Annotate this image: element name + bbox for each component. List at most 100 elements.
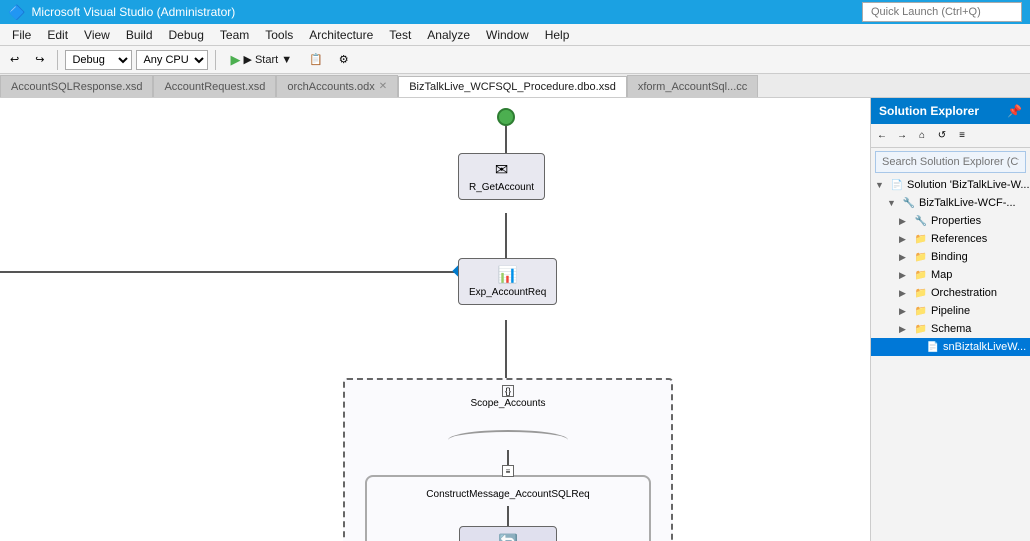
tab-account-sql-response[interactable]: AccountSQLResponse.xsd xyxy=(0,75,153,97)
arrow-schema: ▶ xyxy=(899,324,911,335)
start-node xyxy=(497,108,515,126)
tree-item-references[interactable]: ▶ 📁 References xyxy=(871,230,1030,248)
references-label: References xyxy=(931,233,987,245)
menu-test[interactable]: Test xyxy=(381,26,419,44)
menu-edit[interactable]: Edit xyxy=(39,26,76,44)
tree-item-solution[interactable]: ▼ 📄 Solution 'BizTalkLive-W... xyxy=(871,176,1030,194)
tree-item-binding[interactable]: ▶ 📁 Binding xyxy=(871,248,1030,266)
horizontal-line xyxy=(0,271,457,273)
construct-label: ConstructMessage_AccountSQLReq xyxy=(375,489,641,500)
main-layout: ✉ R_GetAccount 📊 Exp_AccountReq {} Scope… xyxy=(0,98,1030,541)
map-folder-icon: 📁 xyxy=(913,267,929,283)
arrow-properties: ▶ xyxy=(899,216,911,227)
arrow-pipeline: ▶ xyxy=(899,306,911,317)
tree-item-pipeline[interactable]: ▶ 📁 Pipeline xyxy=(871,302,1030,320)
se-refresh-btn[interactable]: ↺ xyxy=(933,127,951,145)
connector-receive-expr xyxy=(505,213,507,258)
menu-tools[interactable]: Tools xyxy=(257,26,301,44)
arrow-project: ▼ xyxy=(887,198,899,208)
se-search-wrap xyxy=(871,148,1030,176)
map-label: Map xyxy=(931,269,952,281)
arrow-map: ▶ xyxy=(899,270,911,281)
solution-explorer-tree: ▼ 📄 Solution 'BizTalkLive-W... ▼ 🔧 BizTa… xyxy=(871,176,1030,541)
title-bar-left: 🔷 Microsoft Visual Studio (Administrator… xyxy=(8,4,235,21)
solution-explorer: Solution Explorer 📌 ← → ⌂ ↺ ≡ ▼ 📄 Soluti… xyxy=(870,98,1030,541)
menu-window[interactable]: Window xyxy=(478,26,537,44)
tree-item-project[interactable]: ▼ 🔧 BizTalkLive-WCF-... xyxy=(871,194,1030,212)
vs-icon: 🔷 xyxy=(8,4,25,21)
extra-toolbar-btn[interactable]: 📋 xyxy=(303,50,329,69)
tree-item-orchestration[interactable]: ▶ 📁 Orchestration xyxy=(871,284,1030,302)
menu-analyze[interactable]: Analyze xyxy=(419,26,478,44)
menu-view[interactable]: View xyxy=(76,26,118,44)
schema-label: Schema xyxy=(931,323,971,335)
solution-icon: 📄 xyxy=(889,177,905,193)
connector-construct-transform xyxy=(507,506,509,526)
tab-label: AccountRequest.xsd xyxy=(164,81,265,93)
arrow-orchestration: ▶ xyxy=(899,288,911,299)
project-label: BizTalkLive-WCF-... xyxy=(919,197,1016,209)
solution-explorer-search[interactable] xyxy=(875,151,1026,173)
node-transform[interactable]: 🔄 Transform_Acc... xyxy=(375,526,641,541)
references-folder-icon: 📁 xyxy=(913,231,929,247)
se-collapse-btn[interactable]: ≡ xyxy=(953,127,971,145)
binding-folder-icon: 📁 xyxy=(913,249,929,265)
menu-architecture[interactable]: Architecture xyxy=(301,26,381,44)
toolbar: ↩ ↪ Debug Release Any CPU ▶ ▶ Start ▼ 📋 … xyxy=(0,46,1030,74)
orchestration-label: Orchestration xyxy=(931,287,997,299)
start-dropdown-icon: ▼ xyxy=(281,54,292,66)
toolbar-separator-2 xyxy=(215,50,216,70)
title-bar-right xyxy=(862,2,1022,22)
connector-start-receive xyxy=(505,126,507,153)
debug-mode-select[interactable]: Debug Release xyxy=(65,50,132,70)
tab-label: BizTalkLive_WCFSQL_Procedure.dbo.xsd xyxy=(409,81,616,93)
menu-help[interactable]: Help xyxy=(537,26,578,44)
start-button[interactable]: ▶ ▶ Start ▼ xyxy=(223,49,299,71)
se-pin-icon[interactable]: 📌 xyxy=(1007,104,1022,118)
tab-biztalk-wcfsql[interactable]: BizTalkLive_WCFSQL_Procedure.dbo.xsd xyxy=(398,76,627,98)
binding-label: Binding xyxy=(931,251,968,263)
menu-file[interactable]: File xyxy=(4,26,39,44)
arrow-solution: ▼ xyxy=(875,180,887,190)
properties-folder-icon: 🔧 xyxy=(913,213,929,229)
redo-button[interactable]: ↪ xyxy=(29,50,50,69)
tab-xform[interactable]: xform_AccountSql...cc xyxy=(627,75,758,97)
undo-button[interactable]: ↩ xyxy=(4,50,25,69)
platform-select[interactable]: Any CPU xyxy=(136,50,208,70)
tree-item-sn-biztalk[interactable]: 📄 snBiztalkLiveW... xyxy=(871,338,1030,356)
quick-launch-input[interactable] xyxy=(862,2,1022,22)
properties-label: Properties xyxy=(931,215,981,227)
tab-account-request[interactable]: AccountRequest.xsd xyxy=(153,75,276,97)
sn-biztalk-icon: 📄 xyxy=(925,339,941,355)
pipeline-label: Pipeline xyxy=(931,305,970,317)
se-back-btn[interactable]: ← xyxy=(873,127,891,145)
construct-box: ≡ ConstructMessage_AccountSQLReq 🔄 Trans… xyxy=(365,475,651,541)
tab-label: orchAccounts.odx xyxy=(287,81,374,93)
solution-label: Solution 'BizTalkLive-W... xyxy=(907,179,1030,191)
se-toolbar: ← → ⌂ ↺ ≡ xyxy=(871,124,1030,148)
tab-orch-accounts[interactable]: orchAccounts.odx ✕ xyxy=(276,75,398,97)
menu-debug[interactable]: Debug xyxy=(161,26,212,44)
title-bar: 🔷 Microsoft Visual Studio (Administrator… xyxy=(0,0,1030,24)
extra-toolbar-btn-2[interactable]: ⚙ xyxy=(333,50,355,69)
tree-item-map[interactable]: ▶ 📁 Map xyxy=(871,266,1030,284)
se-forward-btn[interactable]: → xyxy=(893,127,911,145)
tab-label: AccountSQLResponse.xsd xyxy=(11,81,142,93)
se-title-text: Solution Explorer xyxy=(879,104,979,118)
connector-expr-scope xyxy=(505,320,507,378)
node-exp-account-req[interactable]: 📊 Exp_AccountReq xyxy=(458,258,557,305)
menu-team[interactable]: Team xyxy=(212,26,257,44)
node-r-get-account[interactable]: ✉ R_GetAccount xyxy=(458,153,545,200)
start-label: ▶ Start xyxy=(243,53,278,66)
canvas-area[interactable]: ✉ R_GetAccount 📊 Exp_AccountReq {} Scope… xyxy=(0,98,870,541)
tab-label: xform_AccountSql...cc xyxy=(638,81,747,93)
solution-explorer-title: Solution Explorer 📌 xyxy=(871,98,1030,124)
se-home-btn[interactable]: ⌂ xyxy=(913,127,931,145)
menu-build[interactable]: Build xyxy=(118,26,161,44)
tab-close-orch[interactable]: ✕ xyxy=(379,81,387,92)
tree-item-schema[interactable]: ▶ 📁 Schema xyxy=(871,320,1030,338)
tree-item-properties[interactable]: ▶ 🔧 Properties xyxy=(871,212,1030,230)
arrow-binding: ▶ xyxy=(899,252,911,263)
schema-folder-icon: 📁 xyxy=(913,321,929,337)
toolbar-separator-1 xyxy=(57,50,58,70)
